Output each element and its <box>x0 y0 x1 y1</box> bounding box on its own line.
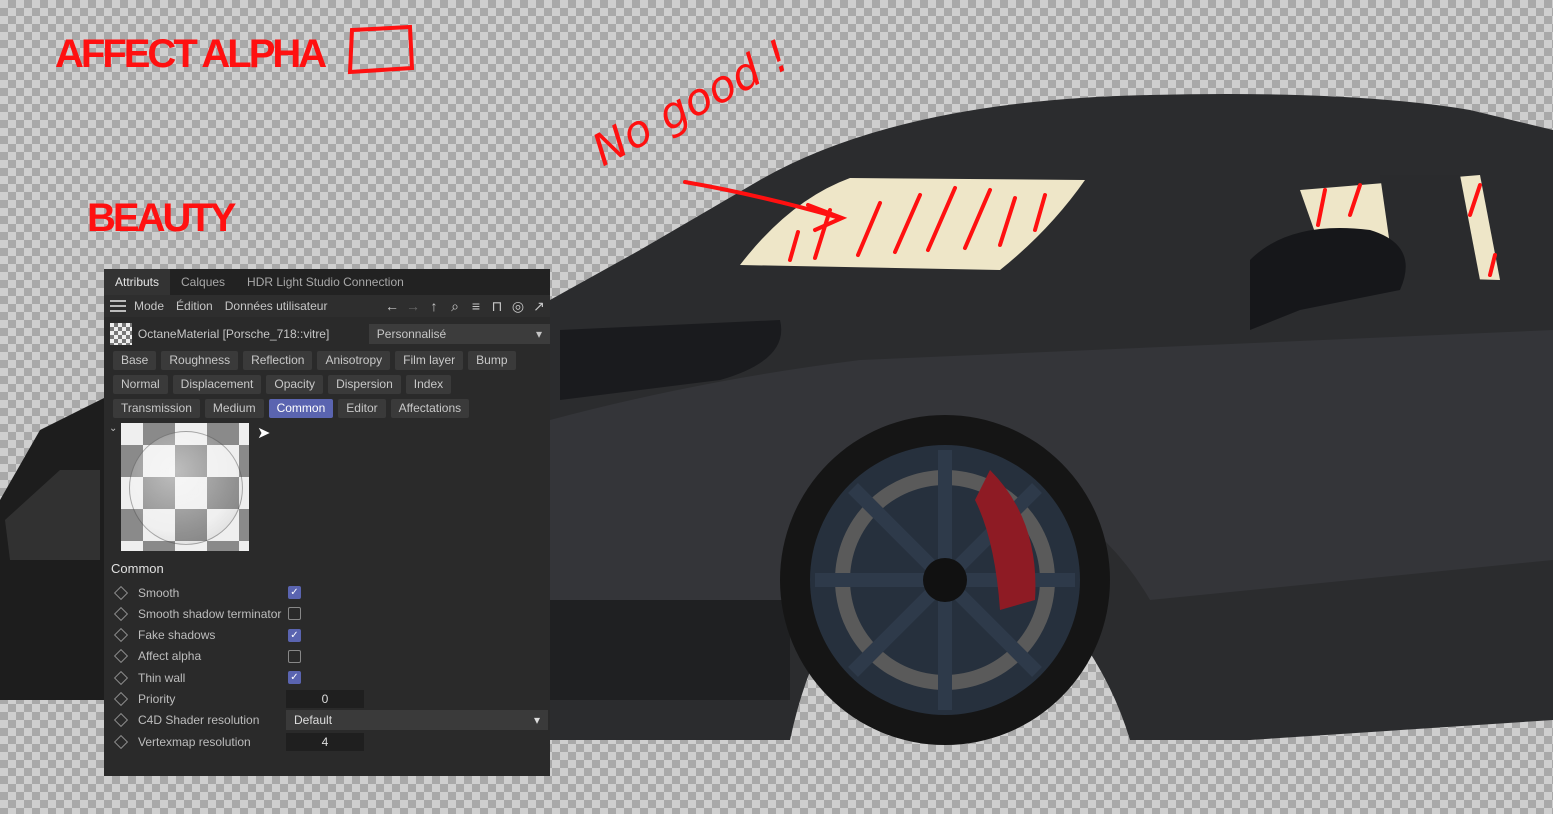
prop-label: Priority <box>138 691 176 706</box>
tab-calques[interactable]: Calques <box>170 269 236 295</box>
tab-reflection[interactable]: Reflection <box>243 351 313 370</box>
tab-base[interactable]: Base <box>113 351 157 370</box>
keyframe-diamond-icon[interactable] <box>113 585 129 600</box>
hamburger-menu-icon[interactable] <box>110 300 126 312</box>
prop-smooth-shadow: Smooth shadow terminator <box>113 603 550 624</box>
tab-bump[interactable]: Bump <box>468 351 516 370</box>
tab-transmission[interactable]: Transmission <box>113 399 200 418</box>
prop-c4d-shader-resolution: C4D Shader resolution Default ▾ <box>113 710 550 731</box>
prop-label: Smooth <box>138 585 180 600</box>
dropdown-value: Default <box>294 713 333 728</box>
prop-priority: Priority 0 <box>113 688 550 709</box>
prop-thin-wall: Thin wall ✓ <box>113 667 550 688</box>
menu-mode[interactable]: Mode <box>134 299 164 313</box>
chevron-down-icon: ▾ <box>535 327 542 341</box>
smooth-checkbox[interactable]: ✓ <box>288 586 301 599</box>
arrow-up-icon[interactable]: ↑ <box>425 298 443 315</box>
prop-label: Thin wall <box>138 670 186 685</box>
beauty-label: BEAUTY <box>87 196 236 240</box>
tab-index[interactable]: Index <box>405 375 452 394</box>
keyframe-diamond-icon[interactable] <box>113 670 129 685</box>
prop-label: Fake shadows <box>138 628 216 643</box>
target-icon[interactable]: ◎ <box>509 298 527 315</box>
menu-user-data[interactable]: Données utilisateur <box>225 299 328 313</box>
keyframe-diamond-icon[interactable] <box>113 713 129 728</box>
menu-bar: Mode Édition Données utilisateur ← → ↑ ⌕… <box>104 295 550 317</box>
filter-icon[interactable]: ≡ <box>467 298 485 315</box>
material-name: OctaneMaterial [Porsche_718::vitre] <box>137 327 330 341</box>
lock-icon[interactable]: ⊓ <box>488 298 506 315</box>
attribute-manager: Attributs Calques HDR Light Studio Conne… <box>104 269 550 776</box>
prop-label: Affect alpha <box>138 649 202 664</box>
tab-hdr-light-studio[interactable]: HDR Light Studio Connection <box>236 269 415 295</box>
arrow-right-icon[interactable]: → <box>404 298 422 315</box>
channel-tabs: Base Roughness Reflection Anisotropy Fil… <box>104 347 550 418</box>
prop-label: Smooth shadow terminator <box>138 606 282 621</box>
tab-normal[interactable]: Normal <box>113 375 168 394</box>
keyframe-diamond-icon[interactable] <box>113 691 129 707</box>
tab-medium[interactable]: Medium <box>204 399 264 418</box>
keyframe-diamond-icon[interactable] <box>113 628 129 643</box>
tab-dispersion[interactable]: Dispersion <box>328 375 401 394</box>
material-row: OctaneMaterial [Porsche_718::vitre] Pers… <box>104 321 550 347</box>
no-good-note: No good ! <box>584 30 798 176</box>
tab-film-layer[interactable]: Film layer <box>395 351 464 370</box>
priority-input[interactable]: 0 <box>286 689 364 708</box>
prop-vertexmap-resolution: Vertexmap resolution 4 <box>113 731 550 752</box>
arrow-left-icon[interactable]: ← <box>383 298 401 315</box>
collapse-chevron-icon[interactable]: ⌄ <box>109 423 121 551</box>
tab-attributs[interactable]: Attributs <box>104 269 171 295</box>
prop-label: C4D Shader resolution <box>138 713 260 728</box>
prop-fake-shadows: Fake shadows ✓ <box>113 625 550 646</box>
affect-alpha-label: AFFECT ALPHA <box>55 32 327 76</box>
new-window-icon[interactable]: ↗ <box>530 298 548 315</box>
prop-affect-alpha: Affect alpha <box>113 646 550 667</box>
keyframe-diamond-icon[interactable] <box>113 649 129 664</box>
tab-opacity[interactable]: Opacity <box>266 375 324 394</box>
tab-displacement[interactable]: Displacement <box>172 375 262 394</box>
menu-edition[interactable]: Édition <box>176 299 213 313</box>
preset-value: Personnalisé <box>376 327 447 341</box>
tab-common[interactable]: Common <box>268 399 334 418</box>
c4d-resolution-dropdown[interactable]: Default ▾ <box>286 710 548 731</box>
material-thumbnail-icon <box>110 323 132 345</box>
search-icon[interactable]: ⌕ <box>446 298 464 315</box>
tab-anisotropy[interactable]: Anisotropy <box>317 351 391 370</box>
preset-dropdown[interactable]: Personnalisé ▾ <box>368 324 550 344</box>
red-square-sketch <box>347 24 415 75</box>
tab-roughness[interactable]: Roughness <box>161 351 239 370</box>
fake-shadows-checkbox[interactable]: ✓ <box>288 628 301 642</box>
prop-label: Vertexmap resolution <box>138 734 251 749</box>
section-title: Common <box>111 561 164 576</box>
thin-wall-checkbox[interactable]: ✓ <box>288 671 301 685</box>
keyframe-diamond-icon[interactable] <box>113 734 129 749</box>
chevron-down-icon: ▾ <box>533 713 540 728</box>
tab-editor[interactable]: Editor <box>338 399 386 418</box>
material-preview <box>121 423 249 551</box>
preview-area: ⌄ ➤ <box>109 423 550 551</box>
affect-alpha-checkbox[interactable] <box>288 649 301 663</box>
smooth-shadow-checkbox[interactable] <box>288 607 301 621</box>
keyframe-diamond-icon[interactable] <box>113 606 129 621</box>
prop-smooth: Smooth ✓ <box>113 582 550 603</box>
tab-affectations[interactable]: Affectations <box>390 399 470 418</box>
mouse-cursor-icon: ➤ <box>257 425 271 442</box>
vertexmap-input[interactable]: 4 <box>286 732 364 751</box>
manager-tabbar: Attributs Calques HDR Light Studio Conne… <box>104 269 550 295</box>
toolbar-icons: ← → ↑ ⌕ ≡ ⊓ ◎ ↗ <box>383 298 550 315</box>
